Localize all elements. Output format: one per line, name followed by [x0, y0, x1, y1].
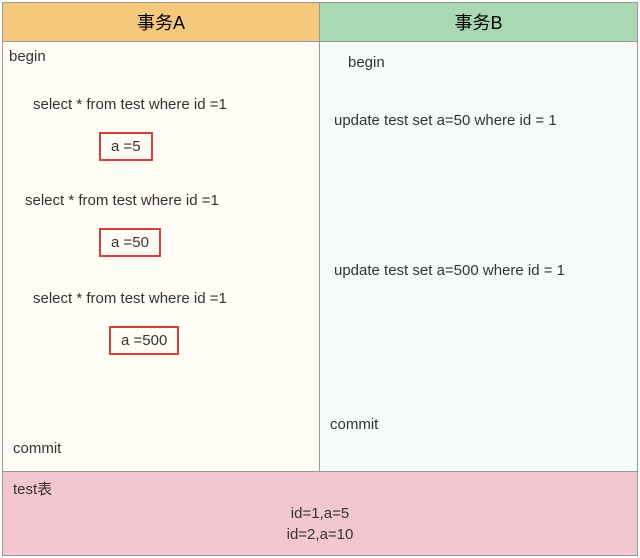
b-update-2: update test set a=500 where id = 1 — [334, 262, 565, 279]
header-transaction-b: 事务B — [320, 3, 637, 41]
column-transaction-a: begin select * from test where id =1 a =… — [3, 42, 320, 471]
header-transaction-a: 事务A — [3, 3, 320, 41]
a-commit: commit — [13, 440, 61, 457]
footer-row-2: id=2,a=10 — [13, 524, 627, 545]
footer-title: test表 — [13, 478, 627, 499]
transaction-diagram: 事务A 事务B begin select * from test where i… — [2, 2, 638, 556]
b-commit: commit — [330, 416, 378, 433]
column-transaction-b: begin update test set a=50 where id = 1 … — [320, 42, 637, 471]
b-begin: begin — [348, 54, 385, 71]
a-select-3: select * from test where id =1 — [33, 290, 227, 307]
a-result-1: a =5 — [99, 132, 153, 161]
footer-table: test表 id=1,a=5 id=2,a=10 — [3, 472, 637, 555]
a-select-2: select * from test where id =1 — [25, 192, 219, 209]
body-row: begin select * from test where id =1 a =… — [3, 42, 637, 472]
a-result-3: a =500 — [109, 326, 179, 355]
b-update-1: update test set a=50 where id = 1 — [334, 112, 557, 129]
a-result-2: a =50 — [99, 228, 161, 257]
a-select-1: select * from test where id =1 — [33, 96, 227, 113]
header-row: 事务A 事务B — [3, 3, 637, 42]
a-begin: begin — [9, 48, 46, 65]
footer-rows: id=1,a=5 id=2,a=10 — [13, 503, 627, 545]
footer-row-1: id=1,a=5 — [13, 503, 627, 524]
